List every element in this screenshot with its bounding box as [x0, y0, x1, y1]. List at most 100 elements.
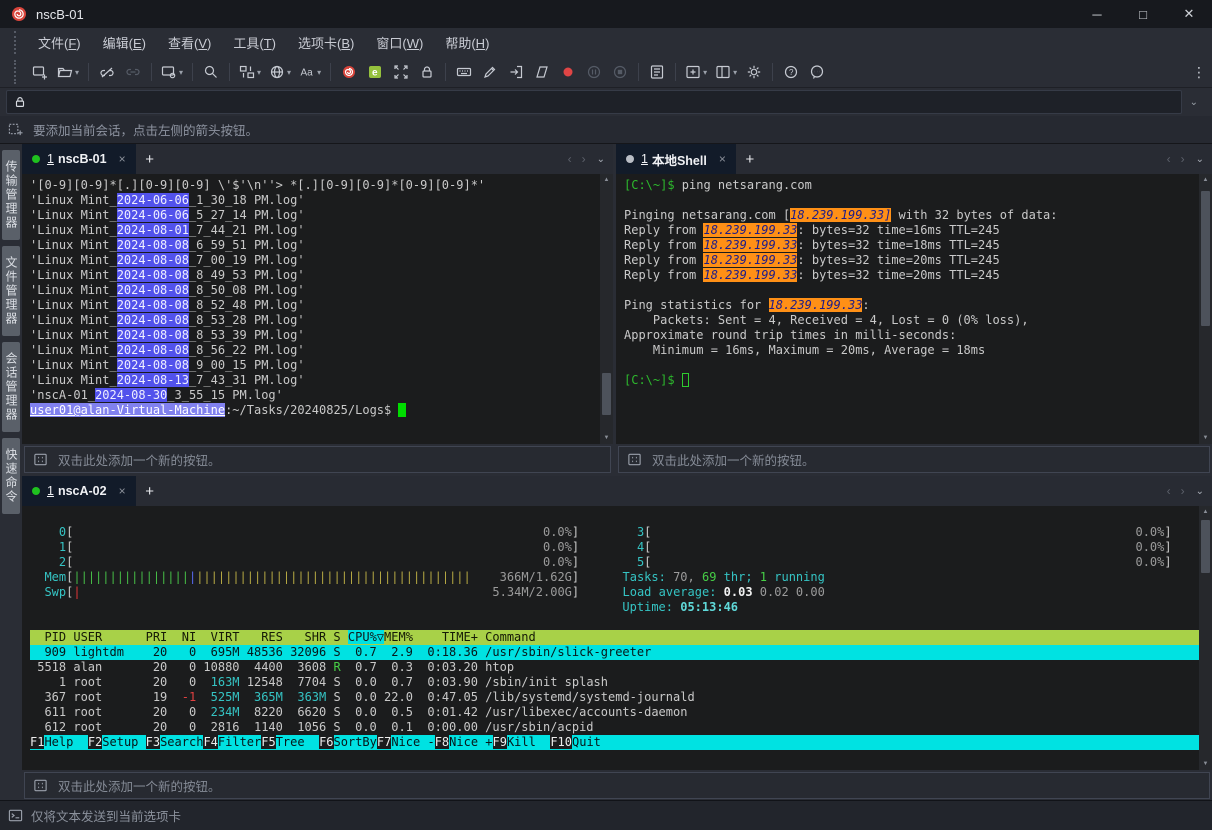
menu-item-v[interactable]: 查看(V) — [157, 29, 222, 56]
login-script-button[interactable] — [504, 60, 528, 84]
xshell-app-button[interactable] — [337, 60, 361, 84]
menu-item-f[interactable]: 文件(F) — [27, 29, 92, 56]
address-field[interactable] — [6, 90, 1182, 114]
new-session-button[interactable] — [28, 60, 52, 84]
font-button[interactable]: Aa▾ — [296, 60, 324, 84]
new-tab-button[interactable]: + — [736, 144, 764, 174]
terminal-local-shell[interactable]: [C:\~]$ ping netsarang.com Pinging netsa… — [616, 174, 1212, 444]
fullscreen-button[interactable] — [389, 60, 413, 84]
dropdown-chevron-icon[interactable]: ▾ — [317, 68, 321, 77]
terminal-line: Swp[| 5.34M/2.00G] Load average: 0.03 0.… — [30, 585, 1199, 600]
terminal-nscA-02[interactable]: 0[ 0.0%] 3[ 0.0%] 1[ — [22, 506, 1212, 770]
maximize-button[interactable]: □ — [1120, 0, 1166, 28]
menu-item-h[interactable]: 帮助(H) — [434, 29, 500, 56]
dropdown-chevron-icon[interactable]: ▾ — [75, 68, 79, 77]
search-button[interactable] — [199, 60, 223, 84]
tile-layout-button[interactable]: ▾ — [712, 60, 740, 84]
tab-scroll-right-icon[interactable]: › — [1181, 484, 1185, 498]
login-script-icon — [508, 64, 524, 80]
terminal-line: Mem[||||||||||||||||||||||||||||||||||||… — [30, 570, 1199, 585]
reconnect-button[interactable] — [121, 60, 145, 84]
sidebar-tab-2[interactable]: 文件管理器 — [2, 246, 20, 336]
dropdown-chevron-icon[interactable]: ▾ — [287, 68, 291, 77]
toolbar-grip[interactable] — [14, 60, 19, 84]
scroll-up-icon[interactable]: ▲ — [604, 174, 610, 186]
toolbar-overflow-button[interactable]: ⋮ — [1192, 64, 1206, 81]
terminal-line: 'Linux Mint_2024-08-08_8_56_22 PM.log' — [30, 343, 600, 358]
close-button[interactable]: ✕ — [1166, 0, 1212, 28]
tab-local-shell[interactable]: 1 本地Shell × — [616, 144, 736, 174]
menubar-grip[interactable] — [14, 31, 19, 54]
tab-list-chevron-icon[interactable]: ⌄ — [1196, 154, 1204, 165]
tab-scroll-left-icon[interactable]: ‹ — [1167, 484, 1171, 498]
terminal-line: 'Linux Mint_2024-06-06_1_30_18 PM.log' — [30, 193, 600, 208]
scroll-down-icon[interactable]: ▼ — [604, 432, 610, 444]
new-tab-button[interactable]: + — [136, 476, 164, 506]
scrollbar-left-terminal[interactable]: ▲ ▼ — [600, 174, 613, 444]
dropdown-chevron-icon[interactable]: ▾ — [257, 68, 261, 77]
terminal-nscB-01[interactable]: '[0-9][0-9]*[.][0-9][0-9] \'$'\n''> *[.]… — [22, 174, 613, 444]
scroll-up-icon[interactable]: ▲ — [1203, 506, 1209, 518]
globe-encoding-button[interactable]: ▾ — [266, 60, 294, 84]
tab-list-chevron-icon[interactable]: ⌄ — [1196, 486, 1204, 497]
menu-item-b[interactable]: 选项卡(B) — [287, 29, 365, 56]
session-properties-button[interactable]: ▾ — [158, 60, 186, 84]
sidebar-tab-3[interactable]: 会话管理器 — [2, 342, 20, 432]
tab-scroll-right-icon[interactable]: › — [582, 152, 586, 166]
settings-gear-button[interactable] — [742, 60, 766, 84]
record-button[interactable] — [556, 60, 580, 84]
pane-top-right: 1 本地Shell × + ‹ › ⌄ [C:\~]$ ping netsara… — [616, 144, 1212, 474]
scrollbar-track[interactable] — [1199, 186, 1212, 432]
scrollbar-bottom-terminal[interactable]: ▲ ▼ — [1199, 506, 1212, 770]
scroll-up-icon[interactable]: ▲ — [1203, 174, 1209, 186]
paste-button[interactable] — [530, 60, 554, 84]
scrollbar-track[interactable] — [600, 186, 613, 432]
quick-button-bar-right[interactable]: 双击此处添加一个新的按钮。 — [618, 446, 1210, 473]
compose-button[interactable] — [478, 60, 502, 84]
scrollbar-track[interactable] — [1199, 518, 1212, 758]
dropdown-chevron-icon[interactable]: ▾ — [703, 68, 707, 77]
tab-close-icon[interactable]: × — [119, 484, 126, 498]
stop-button[interactable] — [608, 60, 632, 84]
quick-button-bar-left[interactable]: 双击此处添加一个新的按钮。 — [24, 446, 611, 473]
minimize-button[interactable]: ─ — [1074, 0, 1120, 28]
scrollbar-thumb[interactable] — [1201, 520, 1210, 573]
quick-button-bar-bottom[interactable]: 双击此处添加一个新的按钮。 — [24, 772, 1210, 799]
menu-item-t[interactable]: 工具(T) — [222, 29, 287, 56]
disconnect-button[interactable] — [95, 60, 119, 84]
scrollbar-thumb[interactable] — [1201, 191, 1210, 326]
tab-scroll-right-icon[interactable]: › — [1181, 152, 1185, 166]
tab-nscA-02[interactable]: 1 nscA-02 × — [22, 476, 136, 506]
new-tab-button[interactable]: + — [136, 144, 164, 174]
tab-close-icon[interactable]: × — [719, 152, 726, 166]
scrollbar-right-terminal[interactable]: ▲ ▼ — [1199, 174, 1212, 444]
menu-item-w[interactable]: 窗口(W) — [365, 29, 434, 56]
scroll-down-icon[interactable]: ▼ — [1203, 432, 1209, 444]
lock-screen-button[interactable] — [415, 60, 439, 84]
font-icon: Aa — [299, 64, 315, 80]
tab-list-chevron-icon[interactable]: ⌄ — [597, 154, 605, 165]
sidebar-tab-1[interactable]: 传输管理器 — [2, 150, 20, 240]
open-session-button[interactable]: ▾ — [54, 60, 82, 84]
feedback-button[interactable] — [805, 60, 829, 84]
tab-scroll-left-icon[interactable]: ‹ — [1167, 152, 1171, 166]
address-dropdown-chevron[interactable]: ⌄ — [1182, 97, 1206, 108]
help-button[interactable]: ? — [779, 60, 803, 84]
virtual-keyboard-button[interactable] — [452, 60, 476, 84]
scrollbar-thumb[interactable] — [602, 373, 611, 415]
new-tab-button[interactable]: ▾ — [682, 60, 710, 84]
scroll-down-icon[interactable]: ▼ — [1203, 758, 1209, 770]
tab-close-icon[interactable]: × — [119, 152, 126, 166]
tab-nscB-01[interactable]: 1 nscB-01 × — [22, 144, 136, 174]
session-arrow-bar[interactable]: 要添加当前会话，点击左侧的箭头按钮。 — [0, 116, 1212, 144]
tab-scroll-left-icon[interactable]: ‹ — [568, 152, 572, 166]
dropdown-chevron-icon[interactable]: ▾ — [733, 68, 737, 77]
xftp-app-button[interactable]: e — [363, 60, 387, 84]
pause-button[interactable] — [582, 60, 606, 84]
session-notes-button[interactable] — [645, 60, 669, 84]
sidebar-tab-4[interactable]: 快速命令 — [2, 438, 20, 514]
new-file-transfer-button[interactable]: ▾ — [236, 60, 264, 84]
toolbar-separator — [151, 63, 152, 81]
menu-item-e[interactable]: 编辑(E) — [92, 29, 157, 56]
dropdown-chevron-icon[interactable]: ▾ — [179, 68, 183, 77]
